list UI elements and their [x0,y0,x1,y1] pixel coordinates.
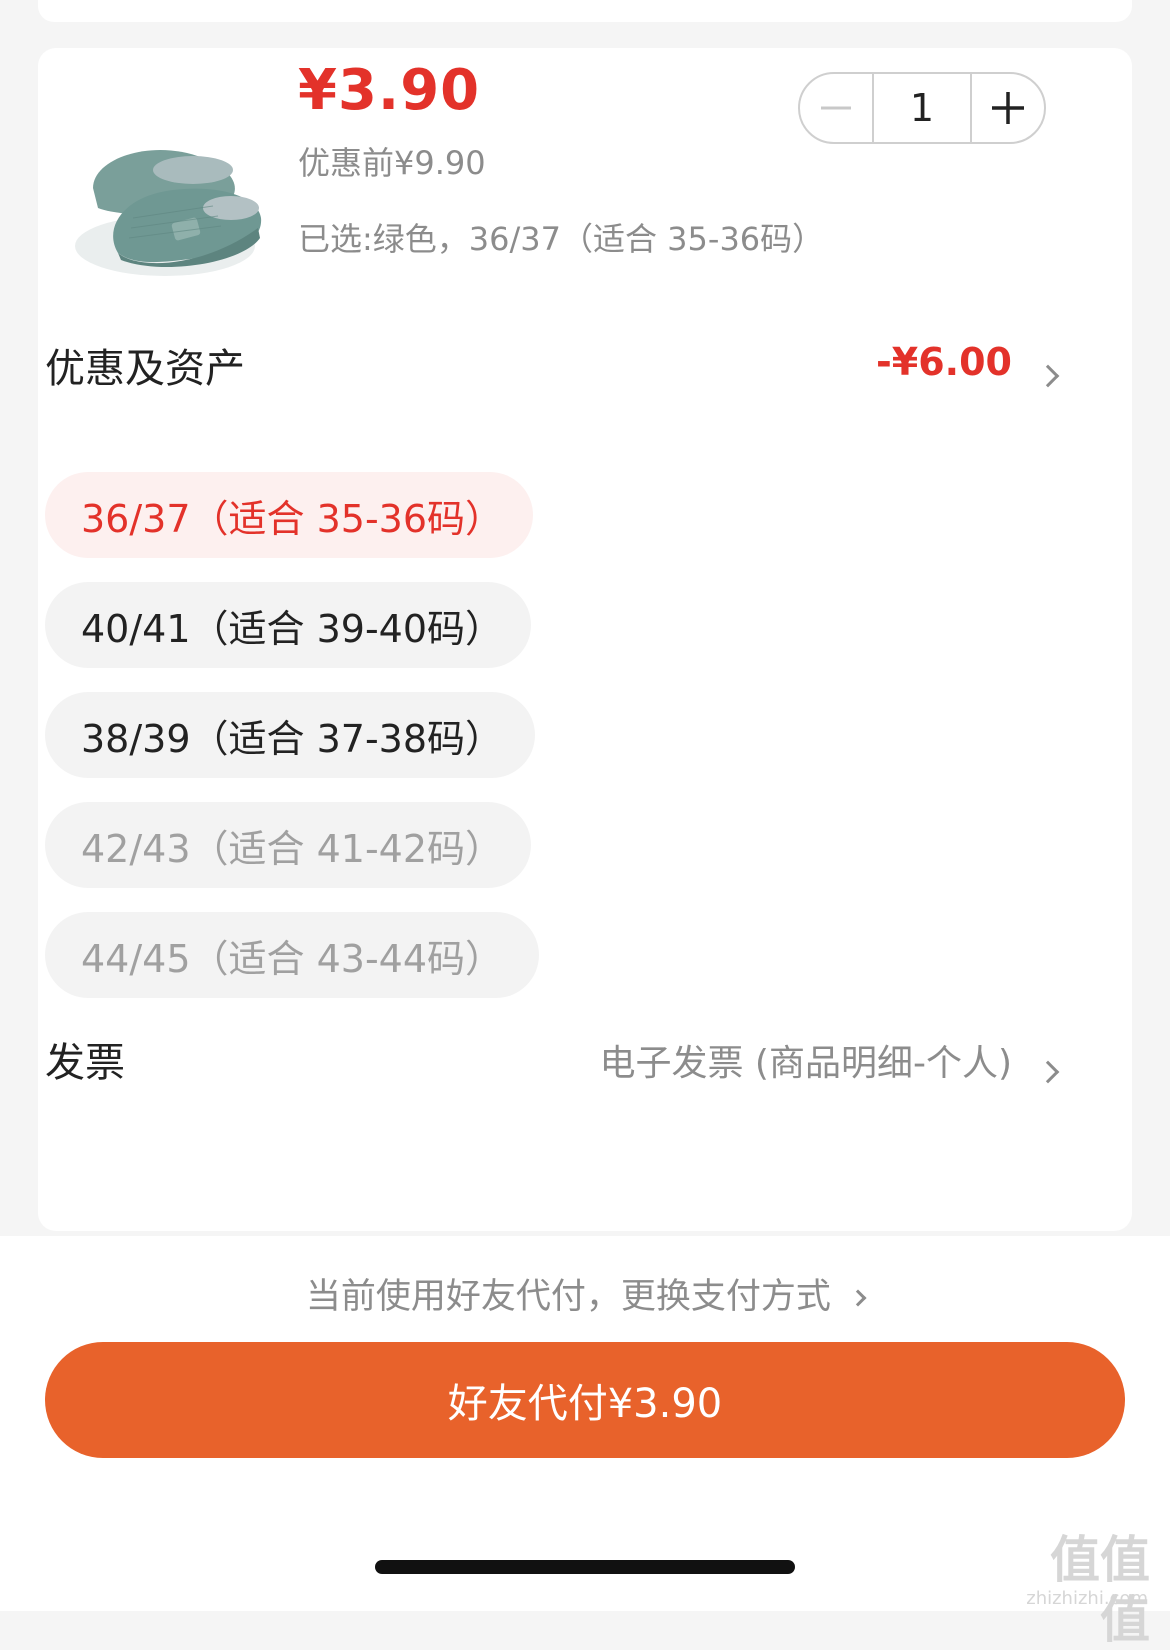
original-price: 优惠前¥9.90 [298,144,486,182]
size-chip-36-37[interactable]: 36/37（适合 35-36码） [45,472,533,558]
increment-button[interactable] [972,74,1044,142]
home-indicator [375,1560,795,1574]
size-chip-40-41[interactable]: 40/41（适合 39-40码） [45,582,531,668]
discount-label: 优惠及资产 [45,346,245,392]
minus-icon [821,106,851,110]
discount-value[interactable]: -¥6.00 [876,340,1012,384]
product-image[interactable] [53,78,263,288]
plus-icon [992,92,1024,124]
invoice-label: 发票 [45,1040,125,1086]
invoice-value[interactable]: 电子发票 (商品明细-个人) [599,1034,1012,1086]
size-chip-44-45: 44/45（适合 43-44码） [45,912,539,998]
decrement-button[interactable] [800,74,872,142]
current-price: ¥3.90 [298,58,481,123]
quantity-value[interactable]: 1 [872,74,972,142]
size-chip-38-39[interactable]: 38/39（适合 37-38码） [45,692,535,778]
change-payment-link[interactable]: 当前使用好友代付，更换支付方式 [0,1268,1170,1319]
previous-section-card [38,0,1132,22]
size-chip-42-43: 42/43（适合 41-42码） [45,802,531,888]
pay-hint-text: 当前使用好友代付，更换支付方式 [305,1277,831,1317]
chevron-right-icon [849,1289,867,1307]
quantity-stepper: 1 [798,72,1046,144]
watermark-url: zhizhizhi.com [1026,1588,1148,1609]
friend-pay-button[interactable]: 好友代付¥3.90 [45,1342,1125,1458]
selected-spec: 已选:绿色，36/37（适合 35-36码） [298,220,825,258]
